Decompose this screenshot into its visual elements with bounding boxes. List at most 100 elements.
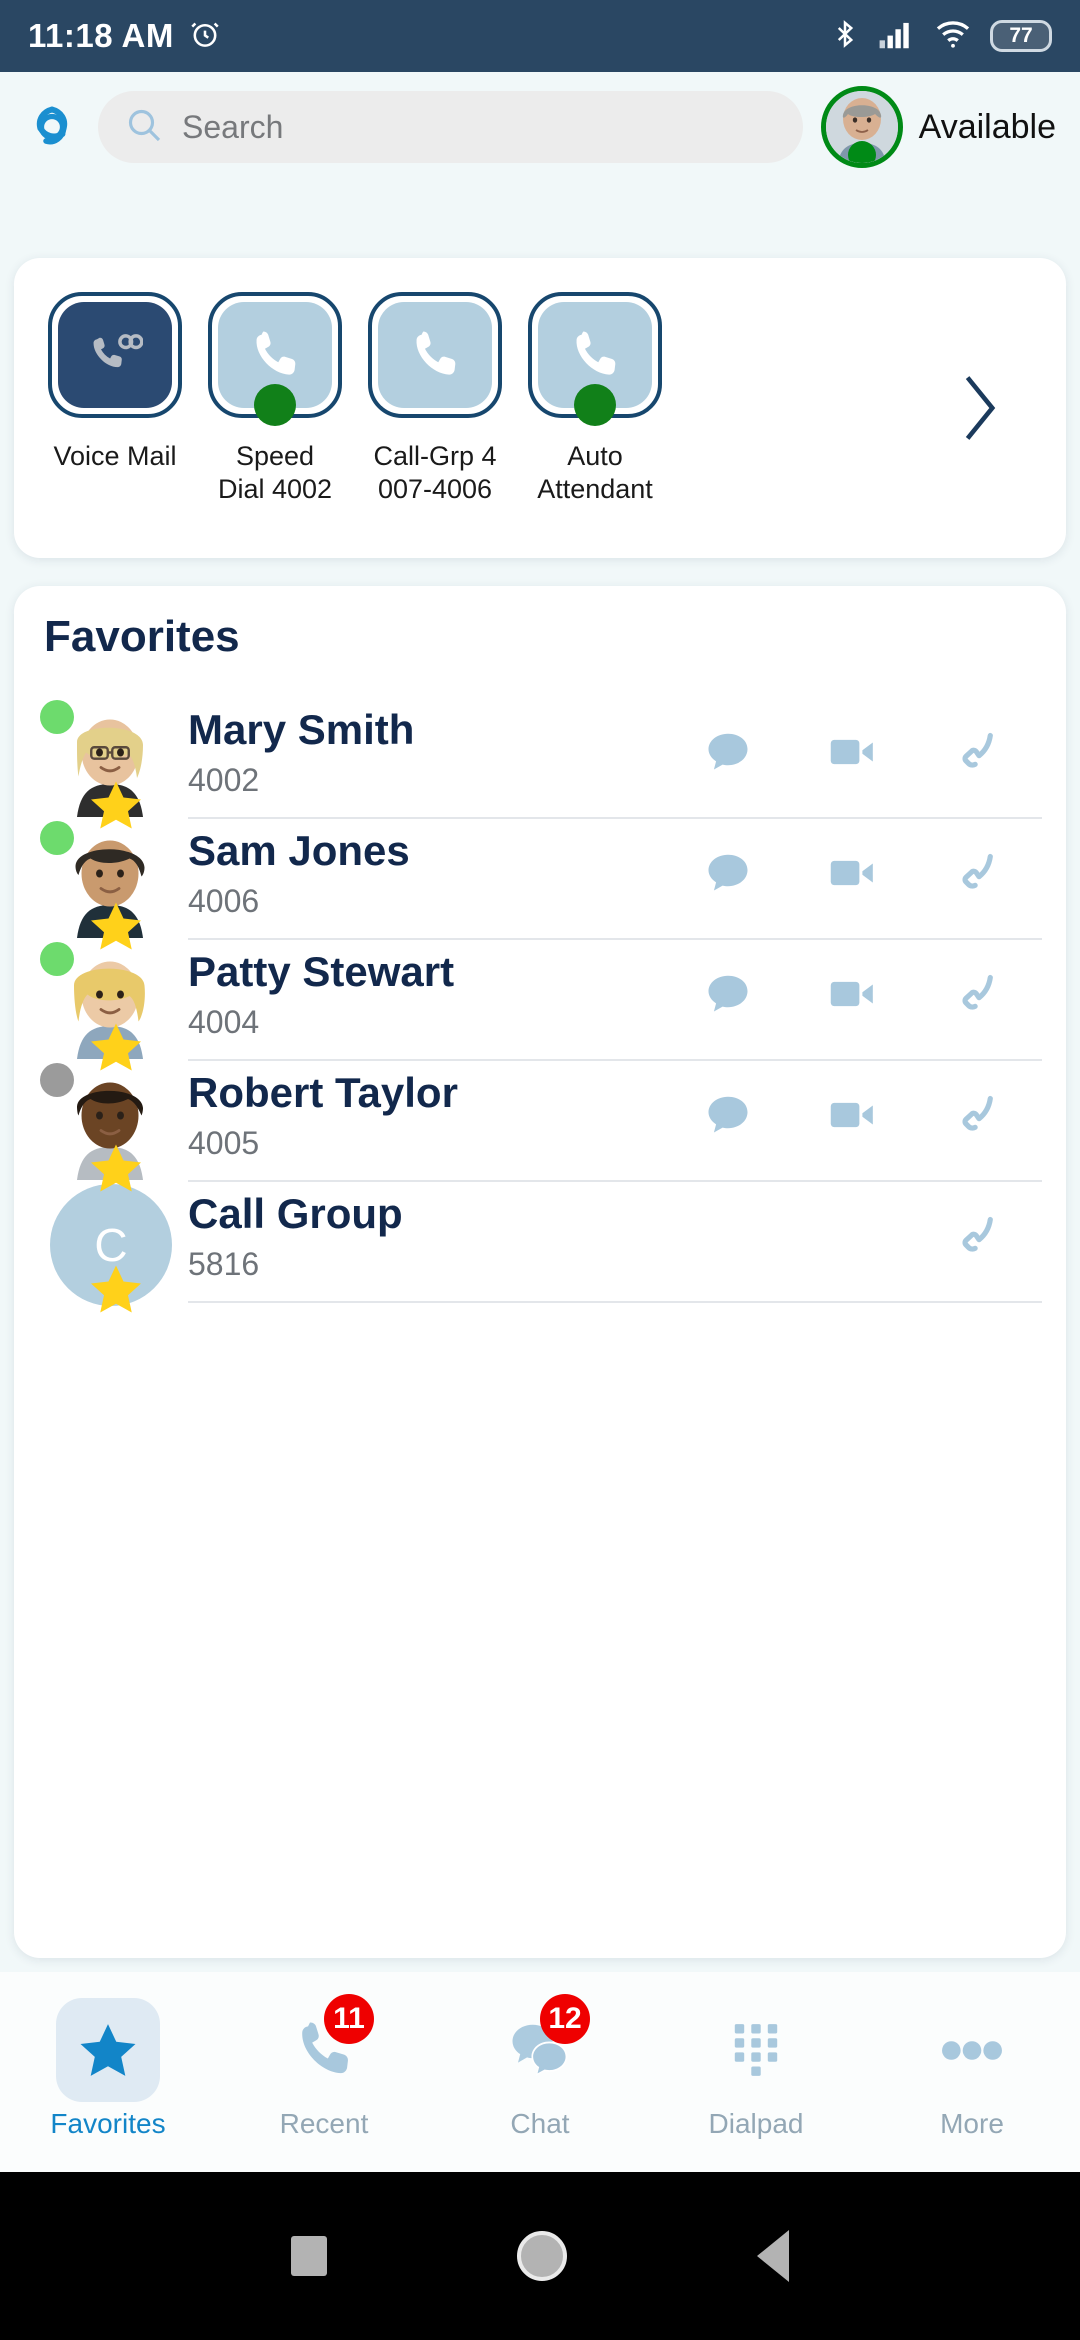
quick-action-button[interactable] — [208, 292, 342, 426]
quick-action-label-line1: Voice Mail — [53, 441, 177, 471]
favorite-star-icon[interactable] — [86, 1138, 146, 1196]
search-icon — [124, 105, 164, 150]
square-recents-icon[interactable] — [291, 2236, 327, 2276]
more-icon[interactable] — [920, 1998, 1024, 2102]
call-action-button[interactable] — [914, 968, 1038, 1020]
contact-name: Sam Jones — [188, 827, 410, 874]
chat-action-button[interactable] — [666, 847, 790, 899]
chat-icon[interactable]: 12 — [488, 1994, 592, 2102]
wifi-icon — [934, 18, 972, 55]
contact-extension: 4005 — [188, 1125, 260, 1161]
my-presence[interactable]: Available — [820, 86, 1056, 168]
chat-action-button[interactable] — [666, 726, 790, 778]
search-input[interactable]: Search — [98, 91, 803, 163]
row-divider — [188, 1301, 1042, 1303]
tab-recent[interactable]: 11 Recent — [216, 1972, 432, 2172]
android-nav-bar — [0, 2172, 1080, 2340]
quick-action-label-line2: Dial 4002 — [217, 474, 333, 505]
contact-row[interactable]: Sam Jones 4006 — [14, 819, 1066, 950]
quick-action-label-line2: Attendant — [537, 474, 653, 505]
app-logo-icon[interactable] — [24, 99, 80, 155]
contact-avatar[interactable] — [34, 698, 166, 829]
contact-actions — [666, 1210, 1038, 1262]
tab-more[interactable]: More — [864, 1972, 1080, 2172]
tab-label: Recent — [279, 2108, 369, 2139]
voicemail-icon — [58, 302, 172, 408]
avatar[interactable] — [820, 86, 903, 168]
contact-name: Patty Stewart — [188, 948, 455, 995]
bluetooth-icon — [830, 17, 860, 56]
tab-favorites[interactable]: Favorites — [0, 1972, 216, 2172]
quick-action-tile[interactable]: Auto Attendant — [528, 292, 662, 507]
contact-avatar[interactable] — [34, 940, 166, 1071]
contact-avatar[interactable]: C — [34, 1182, 172, 1313]
chat-action-button[interactable] — [666, 1089, 790, 1141]
contact-details: Call Group 5816 — [166, 1182, 1066, 1303]
call-action-button[interactable] — [914, 847, 1038, 899]
contact-avatar[interactable] — [34, 819, 166, 950]
contact-row[interactable]: Mary Smith 4002 — [14, 698, 1066, 829]
video-action-button[interactable] — [790, 1089, 914, 1141]
favorite-star-icon[interactable] — [86, 1259, 146, 1317]
contact-name: Call Group — [188, 1190, 403, 1237]
quick-action-label: Call-Grp 4 007-4006 — [373, 440, 496, 507]
search-placeholder: Search — [182, 108, 284, 145]
call-action-button[interactable] — [914, 726, 1038, 778]
chat-action-button[interactable] — [666, 968, 790, 1020]
quick-action-button[interactable] — [528, 292, 662, 426]
status-bar: 11:18 AM 77 — [0, 0, 1080, 72]
contact-avatar[interactable] — [34, 1061, 166, 1192]
alarm-icon — [188, 17, 222, 56]
status-bar-left: 11:18 AM — [28, 17, 222, 56]
notification-badge: 12 — [540, 1994, 590, 2044]
contact-details: Robert Taylor 4005 — [166, 1061, 1066, 1182]
clock: 11:18 AM — [28, 17, 174, 54]
circle-home-icon[interactable] — [517, 2231, 567, 2281]
tab-label: Dialpad — [708, 2108, 804, 2139]
quick-action-button[interactable] — [368, 292, 502, 418]
dialpad-icon[interactable] — [704, 1998, 808, 2102]
quick-action-tile[interactable]: Voice Mail — [48, 292, 182, 473]
contact-details: Mary Smith 4002 — [166, 698, 1066, 819]
app-header: Search Available — [0, 72, 1080, 182]
triangle-back-icon[interactable] — [757, 2230, 789, 2282]
quick-action-label: Voice Mail — [53, 440, 176, 473]
video-action-button[interactable] — [790, 847, 914, 899]
presence-dot — [847, 141, 876, 163]
contact-actions — [666, 968, 1038, 1020]
contact-extension: 5816 — [188, 1246, 260, 1282]
contact-row[interactable]: C Call Group 5816 — [14, 1182, 1066, 1313]
call-action-button[interactable] — [914, 1210, 1038, 1262]
contact-extension: 4006 — [188, 883, 260, 919]
quick-action-button[interactable] — [48, 292, 182, 418]
video-action-button[interactable] — [790, 726, 914, 778]
contact-actions — [666, 847, 1038, 899]
phone-icon — [378, 302, 492, 408]
favorite-star-icon[interactable] — [86, 896, 146, 954]
contact-extension: 4002 — [188, 762, 260, 798]
quick-action-label-line1: Speed — [235, 441, 315, 471]
contact-row[interactable]: Robert Taylor 4005 — [14, 1061, 1066, 1192]
contact-row[interactable]: Patty Stewart 4004 — [14, 940, 1066, 1071]
tab-label: Favorites — [50, 2108, 166, 2139]
video-action-button[interactable] — [790, 968, 914, 1020]
presence-dot — [574, 384, 616, 426]
status-bar-right: 77 — [830, 17, 1052, 56]
phone-icon[interactable]: 11 — [272, 1994, 376, 2102]
tab-chat[interactable]: 12 Chat — [432, 1972, 648, 2172]
quick-action-label-line2: 007-4006 — [377, 474, 493, 505]
quick-action-tile[interactable]: Speed Dial 4002 — [208, 292, 342, 507]
favorite-star-icon[interactable] — [86, 775, 146, 833]
presence-dot — [40, 821, 74, 855]
tab-dialpad[interactable]: Dialpad — [648, 1972, 864, 2172]
quick-action-label: Auto Attendant — [537, 440, 653, 507]
chevron-right-icon[interactable] — [956, 370, 1002, 446]
contact-name: Mary Smith — [188, 706, 415, 753]
contact-actions — [666, 726, 1038, 778]
star-icon[interactable] — [56, 1998, 160, 2102]
favorite-star-icon[interactable] — [86, 1017, 146, 1075]
favorites-card: Favorites Mary Smith 4002 Sam Jones 4006… — [14, 586, 1066, 1958]
quick-action-tile[interactable]: Call-Grp 4 007-4006 — [368, 292, 502, 507]
quick-actions-list: Voice Mail Speed Dial 4002 Call-Grp 4 00… — [14, 258, 1066, 507]
call-action-button[interactable] — [914, 1089, 1038, 1141]
